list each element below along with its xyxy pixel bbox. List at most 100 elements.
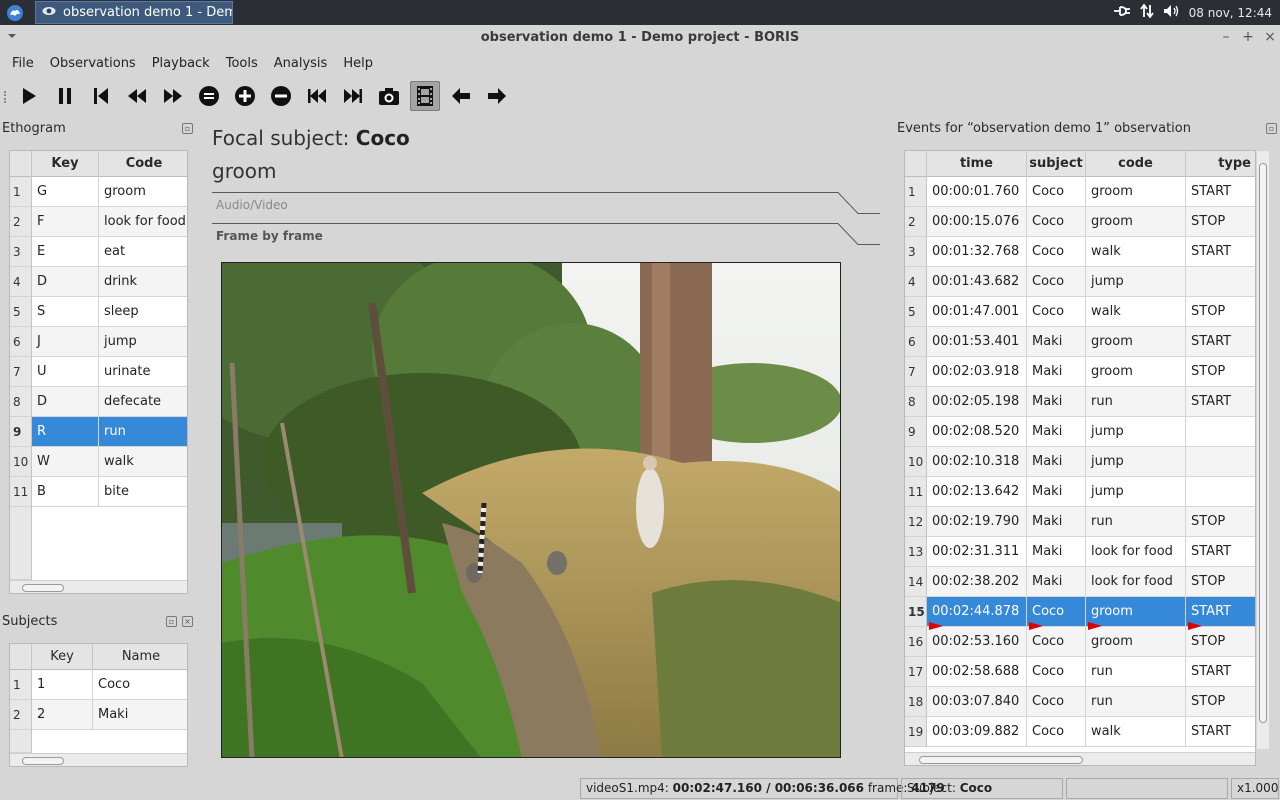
ethogram-row-header[interactable]: 3: [10, 237, 32, 267]
event-row-header[interactable]: 10: [905, 447, 927, 477]
event-row-header[interactable]: 9: [905, 417, 927, 447]
event-row-header[interactable]: 18: [905, 687, 927, 717]
subjects-row-header[interactable]: 2: [10, 700, 32, 730]
event-row[interactable]: 00:03:09.882 Coco walk START: [927, 717, 1255, 747]
event-row-header[interactable]: 14: [905, 567, 927, 597]
taskbar-window-button[interactable]: observation demo 1 - Demo ...: [35, 1, 233, 24]
subjects-row[interactable]: 1 Coco: [32, 670, 187, 700]
maximize-icon[interactable]: +: [1240, 29, 1256, 45]
ethogram-row-header[interactable]: 9: [10, 417, 32, 447]
events-header-code[interactable]: code: [1086, 151, 1186, 177]
ethogram-header-code[interactable]: Code: [99, 151, 187, 177]
ethogram-row-header[interactable]: 10: [10, 447, 32, 477]
event-row[interactable]: 00:02:05.198 Maki run START: [927, 387, 1255, 417]
event-row[interactable]: 00:01:47.001 Coco walk STOP: [927, 297, 1255, 327]
close-window-icon[interactable]: ×: [1262, 29, 1278, 45]
event-row[interactable]: 00:02:03.918 Maki groom STOP: [927, 357, 1255, 387]
fast-forward-icon[interactable]: [158, 81, 188, 111]
subjects-header-key[interactable]: Key: [32, 644, 93, 670]
events-header-subject[interactable]: subject: [1027, 151, 1086, 177]
ethogram-row-header[interactable]: 6: [10, 327, 32, 357]
event-row[interactable]: 00:02:13.642 Maki jump: [927, 477, 1255, 507]
subjects-float-icon[interactable]: ▫: [166, 616, 177, 627]
events-corner[interactable]: [905, 151, 927, 177]
next-frame-icon[interactable]: [482, 81, 512, 111]
event-row-header[interactable]: 6: [905, 327, 927, 357]
event-row[interactable]: 00:02:19.790 Maki run STOP: [927, 507, 1255, 537]
speed-reset-icon[interactable]: [194, 81, 224, 111]
ethogram-row[interactable]: Ddrink: [32, 267, 187, 297]
menu-help[interactable]: Help: [335, 56, 381, 71]
minimize-icon[interactable]: –: [1218, 29, 1234, 45]
subjects-row-header[interactable]: 1: [10, 670, 32, 700]
ethogram-row[interactable]: Rrun: [32, 417, 187, 447]
events-header-type[interactable]: type: [1186, 151, 1255, 177]
events-hscrollbar[interactable]: [905, 752, 1255, 765]
event-row[interactable]: 00:02:08.520 Maki jump: [927, 417, 1255, 447]
ethogram-row[interactable]: Wwalk: [32, 447, 187, 477]
ethogram-row-header[interactable]: 8: [10, 387, 32, 417]
play-icon[interactable]: [14, 81, 44, 111]
event-row[interactable]: 00:02:31.311 Maki look for food START: [927, 537, 1255, 567]
menu-playback[interactable]: Playback: [144, 56, 218, 71]
ethogram-float-icon[interactable]: ▫: [182, 123, 193, 134]
pause-icon[interactable]: [50, 81, 80, 111]
menu-analysis[interactable]: Analysis: [266, 56, 336, 71]
ethogram-row[interactable]: Bbite: [32, 477, 187, 507]
event-row[interactable]: 00:00:15.076 Coco groom STOP: [927, 207, 1255, 237]
event-row-header[interactable]: 19: [905, 717, 927, 747]
event-row[interactable]: 00:02:58.688 Coco run START: [927, 657, 1255, 687]
previous-media-icon[interactable]: [302, 81, 332, 111]
speed-up-icon[interactable]: [230, 81, 260, 111]
events-header-time[interactable]: time: [927, 151, 1027, 177]
event-row[interactable]: 00:01:53.401 Maki groom START: [927, 327, 1255, 357]
ethogram-row-header[interactable]: 2: [10, 207, 32, 237]
video-frame-viewer[interactable]: [221, 262, 841, 758]
toolbar-grip[interactable]: [4, 91, 9, 103]
ethogram-row-header[interactable]: 5: [10, 297, 32, 327]
next-media-icon[interactable]: [338, 81, 368, 111]
app-menu-logo-icon[interactable]: [0, 0, 30, 25]
menu-tools[interactable]: Tools: [218, 56, 266, 71]
event-row-header[interactable]: 17: [905, 657, 927, 687]
events-hscroll-thumb[interactable]: [919, 756, 1083, 764]
ethogram-row-header[interactable]: 7: [10, 357, 32, 387]
event-row-header[interactable]: 4: [905, 267, 927, 297]
event-row-header[interactable]: 1: [905, 177, 927, 207]
ethogram-row[interactable]: Flook for food: [32, 207, 187, 237]
subjects-hscroll-thumb[interactable]: [22, 757, 64, 765]
rewind-icon[interactable]: [122, 81, 152, 111]
clock[interactable]: 08 nov, 12:44: [1189, 6, 1272, 20]
event-row[interactable]: 00:02:38.202 Maki look for food STOP: [927, 567, 1255, 597]
tab-frame-by-frame[interactable]: Frame by frame: [212, 223, 880, 253]
event-row[interactable]: 00:03:07.840 Coco run STOP: [927, 687, 1255, 717]
speed-down-icon[interactable]: [266, 81, 296, 111]
subjects-row[interactable]: 2 Maki: [32, 700, 187, 730]
event-row[interactable]: 00:01:32.768 Coco walk START: [927, 237, 1255, 267]
ethogram-row[interactable]: Ssleep: [32, 297, 187, 327]
event-row-header[interactable]: 13: [905, 537, 927, 567]
ethogram-header-key[interactable]: Key: [32, 151, 99, 177]
event-row-header[interactable]: 12: [905, 507, 927, 537]
event-row-header[interactable]: 7: [905, 357, 927, 387]
power-plug-icon[interactable]: [1113, 4, 1131, 21]
event-row-header[interactable]: 3: [905, 237, 927, 267]
ethogram-corner[interactable]: [10, 151, 32, 177]
events-vscrollbar[interactable]: [1257, 151, 1269, 749]
frame-by-frame-icon[interactable]: [410, 81, 440, 111]
event-row-header[interactable]: 5: [905, 297, 927, 327]
ethogram-row-header[interactable]: 1: [10, 177, 32, 207]
snapshot-icon[interactable]: [374, 81, 404, 111]
ethogram-hscroll-thumb[interactable]: [22, 584, 64, 592]
ethogram-row[interactable]: Ddefecate: [32, 387, 187, 417]
ethogram-row[interactable]: Eeat: [32, 237, 187, 267]
subjects-close-icon[interactable]: ×: [182, 616, 193, 627]
menu-file[interactable]: File: [4, 56, 42, 71]
subjects-corner[interactable]: [10, 644, 32, 670]
subjects-header-name[interactable]: Name: [93, 644, 187, 670]
event-row[interactable]: 00:02:53.160 Coco groom STOP: [927, 627, 1255, 657]
events-vscroll-thumb[interactable]: [1259, 163, 1267, 723]
ethogram-row-header[interactable]: 4: [10, 267, 32, 297]
previous-frame-icon[interactable]: [446, 81, 476, 111]
jump-to-start-icon[interactable]: [86, 81, 116, 111]
